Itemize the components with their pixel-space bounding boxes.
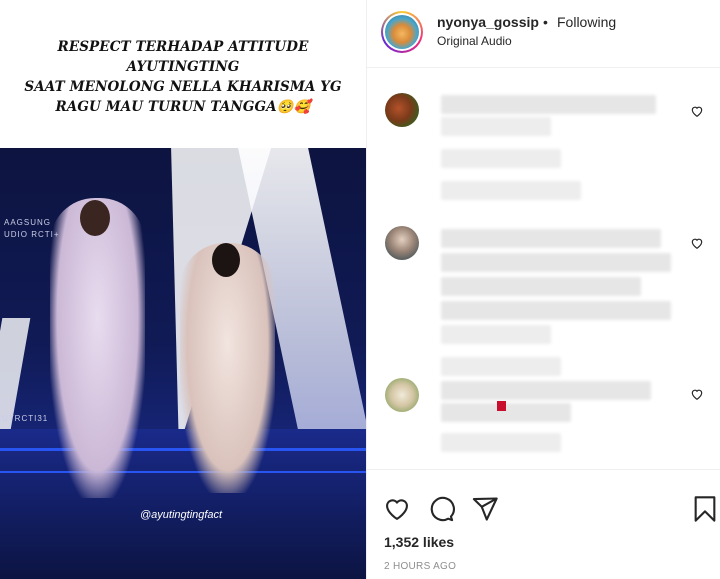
bookmark-icon[interactable] xyxy=(691,495,719,523)
performer-right xyxy=(180,243,275,493)
avatar-image xyxy=(385,15,419,49)
comment-heart-icon[interactable] xyxy=(690,236,704,250)
comment-text-redacted xyxy=(441,325,551,344)
redacted-emoji xyxy=(497,401,506,411)
separator-dot: • xyxy=(543,14,548,30)
audio-link[interactable]: Original Audio xyxy=(437,34,512,48)
comment-text-redacted xyxy=(441,301,671,320)
post-side-panel: nyonya_gossip • Following Original Audio xyxy=(366,0,720,579)
heart-icon[interactable] xyxy=(383,495,411,523)
caption-line-3: RAGU MAU TURUN TANGGA🥺🥰 xyxy=(55,99,311,115)
comment-icon[interactable] xyxy=(427,495,455,523)
video-watermark: @ayutingtingfact xyxy=(140,509,223,521)
post-header: nyonya_gossip • Following Original Audio xyxy=(367,0,720,68)
performer-right-head xyxy=(212,243,240,277)
overlay-caption: RESPECT TERHADAP ATTITUDE AYUTINGTING SA… xyxy=(8,37,358,117)
comment-heart-icon[interactable] xyxy=(690,387,704,401)
caption-box: RESPECT TERHADAP ATTITUDE AYUTINGTING SA… xyxy=(0,0,366,148)
comment-text-redacted xyxy=(441,229,661,248)
comment-text-redacted xyxy=(441,277,641,296)
avatar[interactable] xyxy=(381,11,423,53)
comment-text-redacted xyxy=(441,381,651,400)
comment-heart-icon[interactable] xyxy=(690,104,704,118)
share-icon[interactable] xyxy=(471,495,499,523)
comments-list[interactable] xyxy=(367,69,720,469)
caption-line-1: RESPECT TERHADAP ATTITUDE AYUTINGTING xyxy=(57,39,309,75)
broadcast-label: UDIO RCTI+ xyxy=(4,230,60,239)
comment-text-redacted xyxy=(441,95,656,114)
comment-text-redacted xyxy=(441,253,671,272)
comment-avatar[interactable] xyxy=(385,226,419,260)
broadcast-label: AAGSUNG xyxy=(4,218,52,227)
comment-meta-redacted xyxy=(441,149,561,168)
comment-text-redacted xyxy=(441,117,551,136)
comment-avatar[interactable] xyxy=(385,378,419,412)
following-button[interactable]: Following xyxy=(557,14,616,30)
broadcast-hashtag: UTRCTI31 xyxy=(2,414,49,423)
caption-line-2: SAAT MENOLONG NELLA KHARISMA YG xyxy=(24,79,342,95)
post-actions: 1,352 likes 2 HOURS AGO xyxy=(367,469,720,579)
comment-meta-redacted xyxy=(441,433,561,452)
comment-text-redacted xyxy=(441,403,571,422)
performer-left-head xyxy=(80,200,110,236)
post-media[interactable]: RESPECT TERHADAP ATTITUDE AYUTINGTING SA… xyxy=(0,0,366,579)
comment-replies-redacted xyxy=(441,181,581,200)
comment-avatar[interactable] xyxy=(385,93,419,127)
likes-count[interactable]: 1,352 likes xyxy=(384,534,454,550)
performer-left xyxy=(50,198,145,498)
post-timestamp[interactable]: 2 HOURS AGO xyxy=(384,561,456,572)
video-frame[interactable]: AAGSUNG UDIO RCTI+ UTRCTI31 @ayutingting… xyxy=(0,148,366,579)
comment-meta-redacted xyxy=(441,357,561,376)
username-link[interactable]: nyonya_gossip xyxy=(437,14,539,30)
